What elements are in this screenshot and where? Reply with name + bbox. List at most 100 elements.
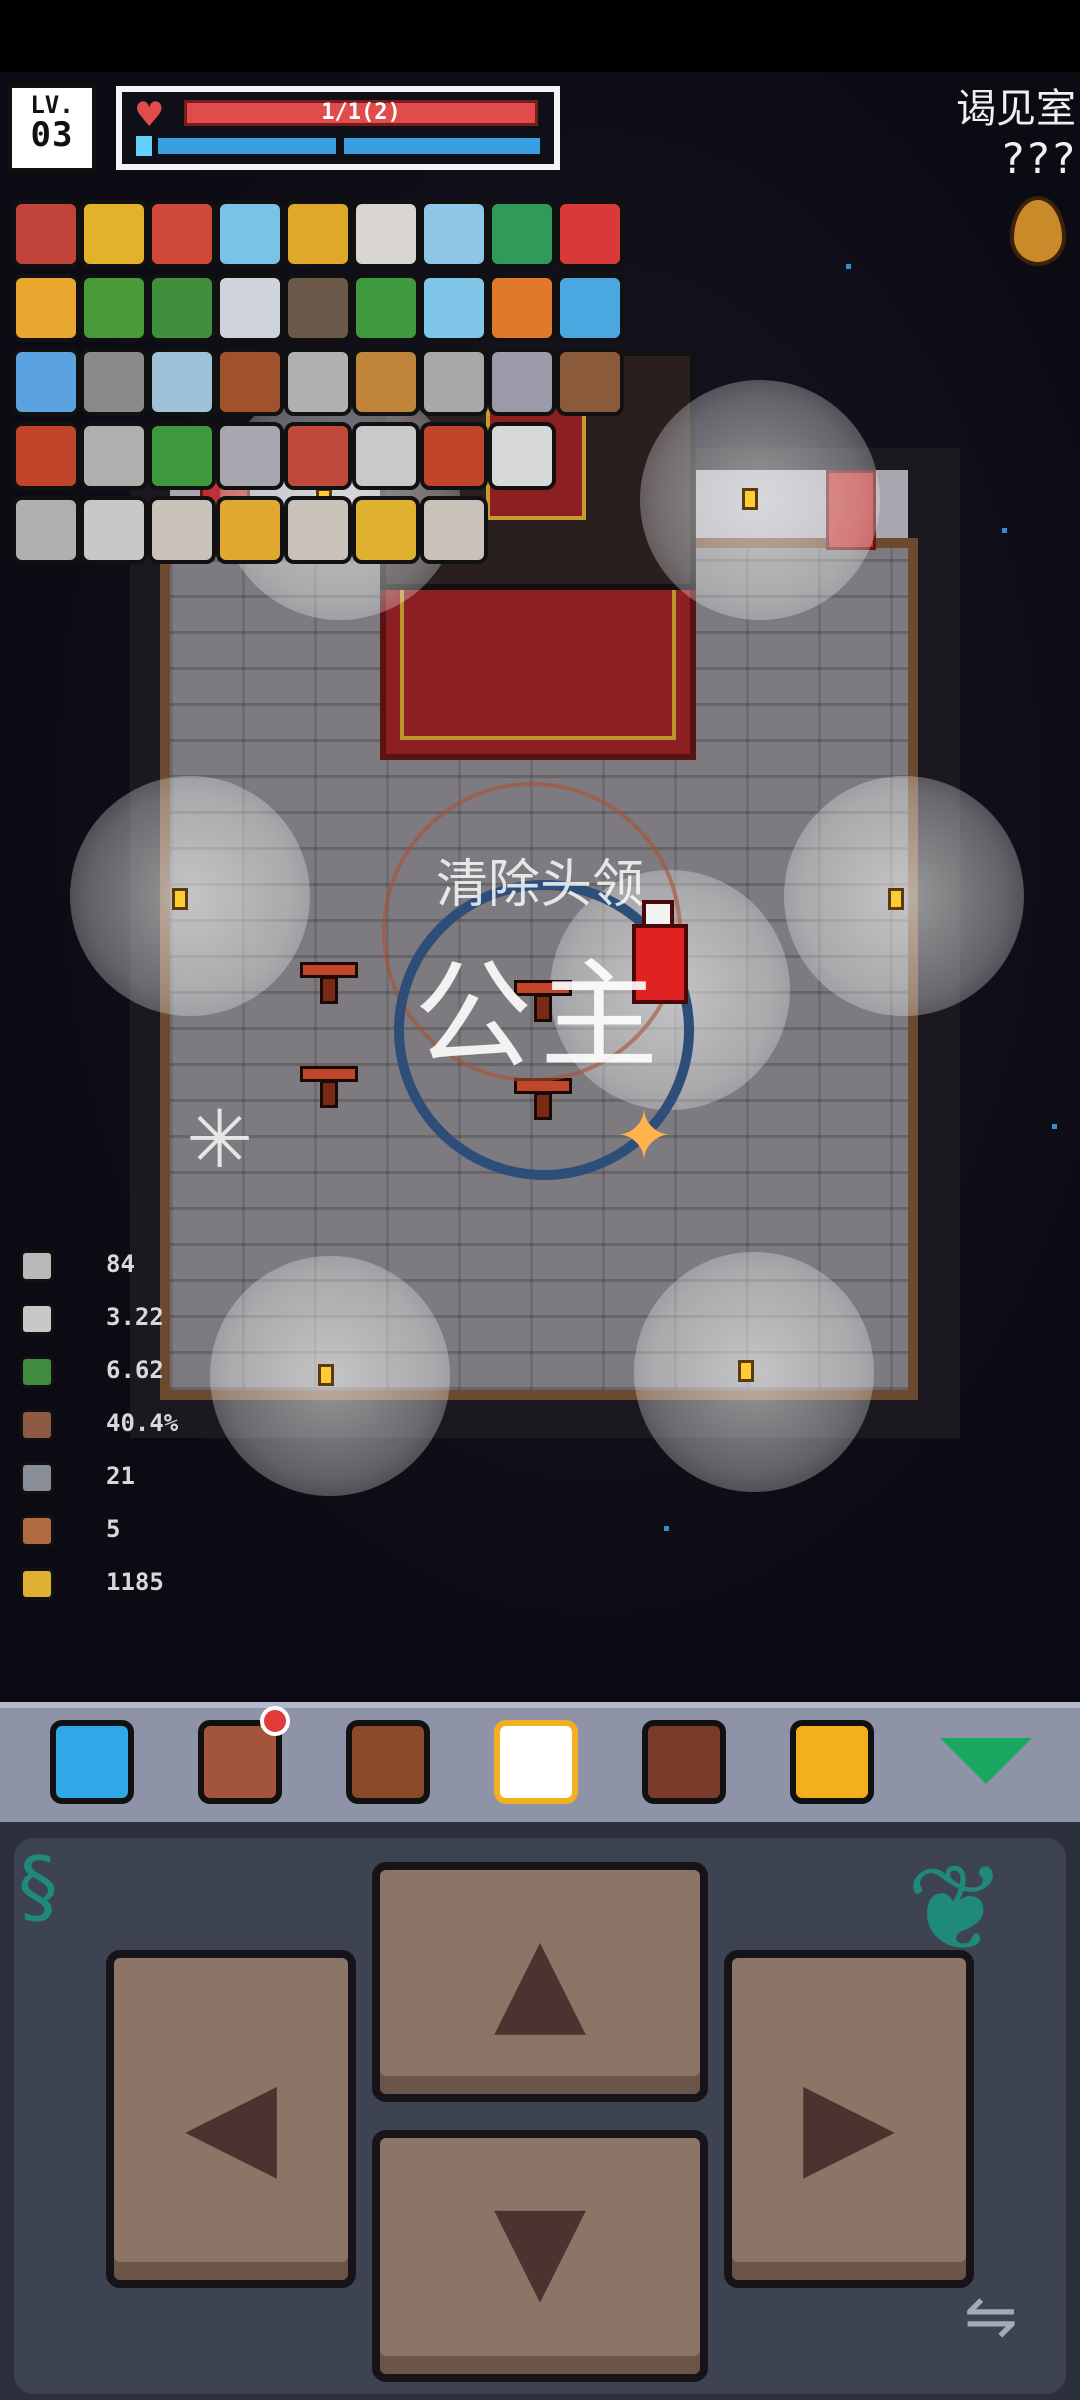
anvil[interactable] <box>300 1066 358 1114</box>
dpad-up-button[interactable]: ▲ <box>372 1862 708 2102</box>
potion-flask-icon[interactable] <box>216 200 284 268</box>
green-snake-icon[interactable] <box>80 274 148 342</box>
stat-value: 1185 <box>106 1568 164 1596</box>
silver-goblet-icon[interactable] <box>216 422 284 490</box>
heart-icon: ♥ <box>134 95 165 135</box>
gold-coin-icon <box>20 1568 54 1600</box>
attack-icon <box>20 1250 54 1282</box>
bronze-key-icon <box>20 1515 54 1547</box>
dpad-down-button[interactable]: ▼ <box>372 2130 708 2382</box>
light-halo <box>784 776 1024 1016</box>
red-heart-icon[interactable] <box>556 200 624 268</box>
health-panel: ♥ 1/1(2) <box>116 86 560 170</box>
up-arrow-icon: ▲ <box>493 1910 587 2049</box>
compass-icon[interactable] <box>148 200 216 268</box>
notification-badge <box>260 1706 290 1736</box>
armor-icon[interactable] <box>148 348 216 416</box>
down-arrow-icon: ▼ <box>493 2178 587 2317</box>
green-boot-icon[interactable] <box>148 274 216 342</box>
empty-jar-icon[interactable] <box>284 496 352 564</box>
vine-decoration-icon: § <box>18 1840 58 1933</box>
sparkle-icon: ✳ <box>186 1093 254 1186</box>
key-icon[interactable] <box>352 496 420 564</box>
lightning-icon[interactable] <box>488 274 556 342</box>
dpad-right-button[interactable]: ▶ <box>724 1950 974 2288</box>
torch <box>172 888 188 910</box>
blank-scroll-icon[interactable] <box>488 422 556 490</box>
clover-icon[interactable] <box>148 422 216 490</box>
search-button[interactable] <box>632 1710 736 1814</box>
stat-row: 40.4% <box>20 1405 220 1445</box>
pause-icon <box>790 1720 874 1804</box>
bag-icon <box>346 1720 430 1804</box>
sunflower-icon[interactable] <box>80 200 148 268</box>
star <box>1052 1124 1057 1129</box>
room-subtitle: ??? <box>1000 134 1076 183</box>
stat-value: 3.22 <box>106 1303 164 1331</box>
anvil[interactable] <box>300 962 358 1010</box>
bread-icon[interactable] <box>216 348 284 416</box>
boot-icon[interactable] <box>216 496 284 564</box>
shield-icon <box>20 1409 54 1441</box>
journal-button[interactable] <box>188 1706 292 1814</box>
acorn-icon[interactable] <box>352 348 420 416</box>
room-name: 谒见室 <box>956 86 1076 132</box>
star <box>846 264 851 269</box>
stat-row: 3.22 <box>20 1299 220 1339</box>
right-arrow-icon: ▶ <box>802 2054 896 2193</box>
left-arrow-icon: ◀ <box>184 2054 278 2193</box>
ice-crystal-icon[interactable] <box>420 274 488 342</box>
star-amulet-icon[interactable] <box>12 274 80 342</box>
shell-icon[interactable] <box>80 496 148 564</box>
cloud-icon[interactable] <box>216 274 284 342</box>
jar-icon[interactable] <box>148 496 216 564</box>
collapse-button[interactable] <box>934 1710 1038 1814</box>
magnifier-icon <box>642 1720 726 1804</box>
map-button[interactable] <box>484 1710 588 1814</box>
health-bar: 1/1(2) <box>184 100 538 126</box>
fire-sword-icon: ✦ <box>614 1095 674 1177</box>
objective-title: 清除头领 <box>435 855 644 915</box>
character-icon <box>50 1720 134 1804</box>
spiky-shell-icon[interactable] <box>488 348 556 416</box>
blue-heart-icon[interactable] <box>556 274 624 342</box>
spear-icon[interactable] <box>12 496 80 564</box>
pause-button[interactable] <box>780 1710 884 1814</box>
triangle-down-icon <box>940 1738 1032 1784</box>
blue-gem-icon[interactable] <box>12 348 80 416</box>
dagger-icon[interactable] <box>284 348 352 416</box>
golden-crest-icon[interactable] <box>284 200 352 268</box>
mushroom-icon[interactable] <box>284 422 352 490</box>
stat-row: 1185 <box>20 1564 220 1604</box>
torch <box>738 1360 754 1382</box>
sword-icon[interactable] <box>80 422 148 490</box>
red-feather-icon[interactable] <box>12 422 80 490</box>
bag-button[interactable] <box>336 1710 440 1814</box>
helmet-icon[interactable] <box>12 200 80 268</box>
map-focus-icon <box>494 1720 578 1804</box>
green-tome-icon[interactable] <box>488 200 556 268</box>
small-jar-icon[interactable] <box>420 496 488 564</box>
feather-icon[interactable] <box>420 348 488 416</box>
stat-value: 84 <box>106 1250 135 1278</box>
stat-value: 5 <box>106 1515 121 1543</box>
red-whip-icon[interactable] <box>420 422 488 490</box>
red-goblet-icon[interactable] <box>352 200 420 268</box>
carpet-trim <box>400 568 676 740</box>
fan-icon[interactable] <box>352 422 420 490</box>
stat-value: 40.4% <box>106 1409 179 1437</box>
claw-icon[interactable] <box>556 348 624 416</box>
level-badge[interactable]: LV. 03 <box>8 84 96 172</box>
silver-key-icon <box>20 1462 54 1494</box>
blue-flask-icon[interactable] <box>420 200 488 268</box>
stat-value: 21 <box>106 1462 135 1490</box>
swap-layout-icon[interactable]: ⇋ <box>964 2280 1018 2354</box>
objective-target: 公主 <box>413 947 666 1085</box>
light-halo <box>70 776 310 1016</box>
stone-icon[interactable] <box>80 348 148 416</box>
dpad-left-button[interactable]: ◀ <box>106 1950 356 2288</box>
character-button[interactable] <box>40 1710 144 1814</box>
lantern-icon[interactable] <box>284 274 352 342</box>
green-wand-icon[interactable] <box>352 274 420 342</box>
level-value: 03 <box>30 115 74 155</box>
